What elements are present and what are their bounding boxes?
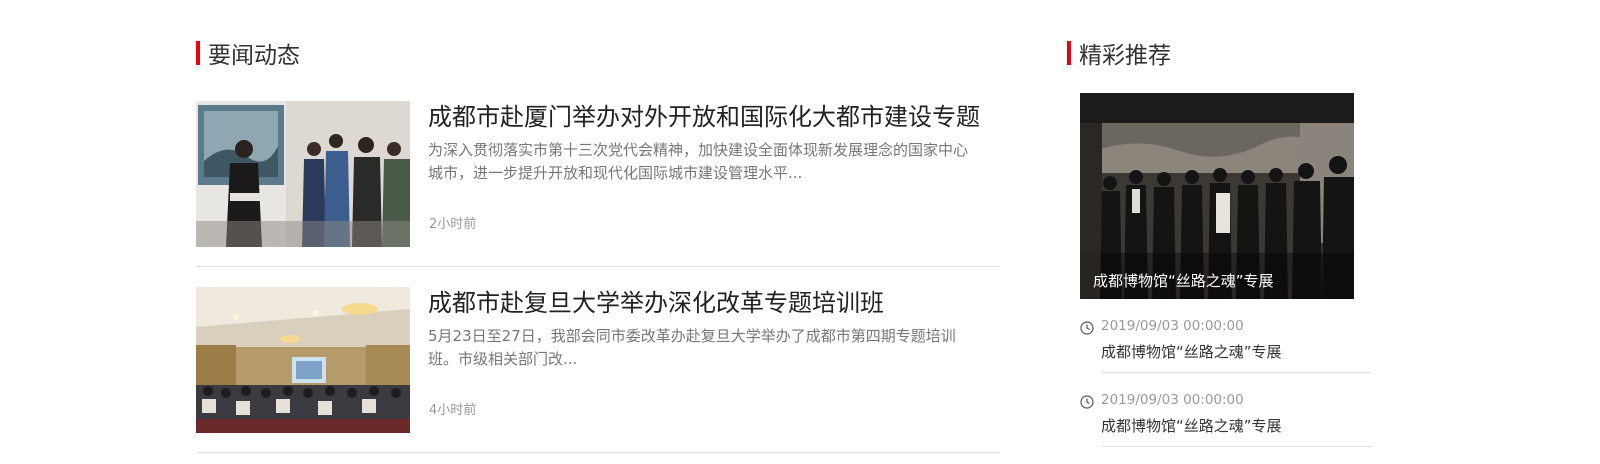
news-item[interactable]: 成都市赴厦门举办对外开放和国际化大都市建设专题 为深入贯彻落实市第十三次党代会精… (196, 101, 1000, 268)
news-thumbnail[interactable] (196, 101, 410, 247)
clock-icon (1080, 395, 1094, 409)
feature-image (1080, 93, 1354, 299)
recommend-list-item[interactable]: 2019/09/03 00:00:00 成都博物馆“丝路之魂”专展 (1080, 317, 1372, 387)
divider (1101, 372, 1372, 373)
news-headline[interactable]: 成都市赴厦门举办对外开放和国际化大都市建设专题 (428, 97, 980, 132)
recommend-section-title-text: 精彩推荐 (1079, 43, 1171, 69)
divider (1101, 446, 1372, 447)
news-item[interactable]: 成都市赴复旦大学举办深化改革专题培训班 5月23日至27日，我部会同市委改革办赴… (196, 287, 1000, 454)
news-section-title-text: 要闻动态 (208, 43, 300, 69)
recommend-date: 2019/09/03 00:00:00 (1101, 392, 1244, 408)
news-headline[interactable]: 成都市赴复旦大学举办深化改革专题培训班 (428, 283, 884, 318)
divider (196, 266, 1000, 267)
news-section-title: 要闻动态 (196, 36, 300, 70)
recommend-date: 2019/09/03 00:00:00 (1101, 318, 1244, 334)
accent-bar (1067, 41, 1071, 65)
news-summary: 为深入贯彻落实市第十三次党代会精神，加快建设全面体现新发展理念的国家中心城市，进… (428, 141, 969, 182)
recommend-title[interactable]: 成都博物馆“丝路之魂”专展 (1101, 415, 1282, 436)
news-thumbnail[interactable] (196, 287, 410, 433)
news-time: 4小时前 (429, 403, 477, 418)
accent-bar (196, 41, 200, 65)
recommend-title[interactable]: 成都博物馆“丝路之魂”专展 (1101, 341, 1282, 362)
recommend-list-item[interactable]: 2019/09/03 00:00:00 成都博物馆“丝路之魂”专展 (1080, 391, 1372, 461)
recommend-section-title: 精彩推荐 (1067, 36, 1171, 70)
news-summary: 5月23日至27日，我部会同市委改革办赴复旦大学举办了成都市第四期专题培训班。市… (428, 327, 956, 368)
feature-card[interactable]: 成都博物馆“丝路之魂”专展 (1080, 93, 1354, 299)
feature-caption[interactable]: 成都博物馆“丝路之魂”专展 (1093, 270, 1274, 291)
divider (196, 452, 1000, 453)
clock-icon (1080, 321, 1094, 335)
news-time: 2小时前 (429, 217, 477, 232)
